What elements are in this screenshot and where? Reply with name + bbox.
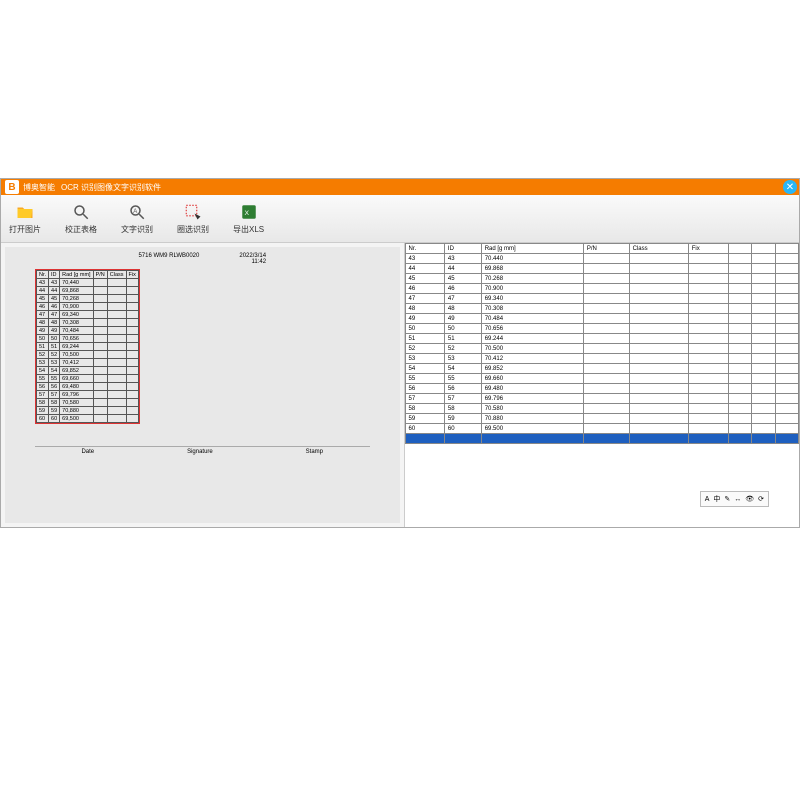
mini-zh-button[interactable]: 中	[713, 494, 720, 504]
doc-header-cell: Rad [g mm]	[60, 271, 93, 279]
text-ocr-button[interactable]: A 文字识别	[121, 202, 153, 235]
doc-time: 11:42	[251, 259, 266, 265]
mini-arrow-button[interactable]: ↔	[734, 496, 741, 503]
area-ocr-button[interactable]: 圈选识别	[177, 202, 209, 235]
doc-header-cell: Class	[107, 271, 126, 279]
result-grid-pane: Nr.IDRad [g mm]P/NClassFix 434370.440444…	[404, 243, 800, 527]
doc-table: Nr.IDRad [g mm]P/NClassFix 434370,440444…	[36, 270, 139, 423]
doc-header-cell: Nr.	[37, 271, 49, 279]
grid-header-cell[interactable]: P/N	[583, 244, 629, 254]
grid-row[interactable]: 575769.796	[405, 394, 799, 404]
svg-text:X: X	[244, 210, 249, 217]
doc-row: 575769,796	[37, 391, 139, 399]
doc-row: 464670,900	[37, 303, 139, 311]
doc-row: 454570,268	[37, 295, 139, 303]
app-title: OCR 识别图像文字识别软件	[61, 182, 161, 193]
document-image: 5716 WM9 RLWB0020 2022/3/1411:42 Nr.IDRa…	[5, 247, 400, 523]
doc-row: 525270,500	[37, 351, 139, 359]
grid-row[interactable]: 515169.244	[405, 334, 799, 344]
mini-pen-button[interactable]: ✎	[724, 495, 730, 503]
grid-row[interactable]: 595970.880	[405, 414, 799, 424]
doc-header-cell: Fix	[126, 271, 138, 279]
export-label: 导出XLS	[233, 224, 264, 235]
app-logo-icon: B	[5, 180, 19, 194]
titlebar: B 博奥智能 OCR 识别图像文字识别软件 ✕	[1, 179, 799, 195]
grid-row[interactable]: 606069.500	[405, 424, 799, 434]
doc-header-cell: P/N	[93, 271, 107, 279]
mini-a-button[interactable]: A	[705, 496, 710, 503]
doc-row: 444469,868	[37, 287, 139, 295]
mini-refresh-button[interactable]: ⟳	[758, 495, 764, 503]
folder-icon	[15, 202, 35, 222]
doc-row: 545469,852	[37, 367, 139, 375]
svg-text:A: A	[133, 209, 137, 215]
doc-row: 595970,880	[37, 407, 139, 415]
grid-row[interactable]: 494970.484	[405, 314, 799, 324]
grid-row[interactable]: 585870.580	[405, 404, 799, 414]
doc-code: 5716 WM9 RLWB0020	[138, 253, 199, 265]
xls-icon: X	[239, 202, 259, 222]
correct-table-button[interactable]: 校正表格	[65, 202, 97, 235]
correct-label: 校正表格	[65, 224, 97, 235]
close-button[interactable]: ✕	[783, 180, 797, 194]
doc-row: 606069,500	[37, 415, 139, 423]
app-brand: 博奥智能	[23, 182, 55, 193]
grid-header-cell[interactable]: Fix	[688, 244, 728, 254]
footer-date: Date	[81, 449, 94, 455]
magnify-icon	[71, 202, 91, 222]
content-area: 5716 WM9 RLWB0020 2022/3/1411:42 Nr.IDRa…	[1, 243, 799, 527]
footer-stamp: Stamp	[306, 449, 323, 455]
grid-row[interactable]: 545469.852	[405, 364, 799, 374]
magnify-text-icon: A	[127, 202, 147, 222]
open-image-button[interactable]: 打开图片	[9, 202, 41, 235]
result-grid[interactable]: Nr.IDRad [g mm]P/NClassFix 434370.440444…	[405, 243, 800, 444]
doc-row: 515169,244	[37, 343, 139, 351]
mini-eye-button[interactable]: 👁	[745, 495, 754, 503]
grid-header-cell[interactable]: Nr.	[405, 244, 444, 254]
doc-row: 474769,340	[37, 311, 139, 319]
grid-row[interactable]: 454570.268	[405, 274, 799, 284]
doc-row: 585870,580	[37, 399, 139, 407]
grid-header-cell[interactable]: Rad [g mm]	[481, 244, 583, 254]
grid-row[interactable]: 474769.340	[405, 294, 799, 304]
grid-header-cell[interactable]: Class	[629, 244, 688, 254]
footer-sig: Signature	[187, 449, 213, 455]
doc-row: 484870,308	[37, 319, 139, 327]
grid-row[interactable]: 434370.440	[405, 254, 799, 264]
ocr-text-label: 文字识别	[121, 224, 153, 235]
image-preview-pane: 5716 WM9 RLWB0020 2022/3/1411:42 Nr.IDRa…	[1, 243, 404, 527]
doc-row: 434370,440	[37, 279, 139, 287]
grid-row[interactable]: 555569.660	[405, 374, 799, 384]
app-window: B 博奥智能 OCR 识别图像文字识别软件 ✕ 打开图片 校正表格 A 文字识别…	[0, 178, 800, 528]
doc-row: 494970,484	[37, 327, 139, 335]
detected-table-region: Nr.IDRad [g mm]P/NClassFix 434370,440444…	[35, 269, 140, 424]
grid-selected-row[interactable]	[405, 434, 799, 444]
toolbar: 打开图片 校正表格 A 文字识别 圈选识别 X 导出XLS	[1, 195, 799, 243]
doc-row: 555569,660	[37, 375, 139, 383]
grid-row[interactable]: 535370.412	[405, 354, 799, 364]
grid-row[interactable]: 464670.900	[405, 284, 799, 294]
grid-row[interactable]: 565669.480	[405, 384, 799, 394]
ocr-area-label: 圈选识别	[177, 224, 209, 235]
doc-row: 565669,480	[37, 383, 139, 391]
grid-row[interactable]: 484870.308	[405, 304, 799, 314]
grid-row[interactable]: 505070.656	[405, 324, 799, 334]
select-area-icon	[183, 202, 203, 222]
doc-row: 505070,656	[37, 335, 139, 343]
doc-header-cell: ID	[49, 271, 60, 279]
grid-row[interactable]: 525270.500	[405, 344, 799, 354]
mini-toolbar: A 中 ✎ ↔ 👁 ⟳	[700, 491, 769, 507]
export-xls-button[interactable]: X 导出XLS	[233, 202, 264, 235]
doc-row: 535370,412	[37, 359, 139, 367]
open-label: 打开图片	[9, 224, 41, 235]
grid-row[interactable]: 444469.868	[405, 264, 799, 274]
grid-header-cell[interactable]: ID	[444, 244, 481, 254]
